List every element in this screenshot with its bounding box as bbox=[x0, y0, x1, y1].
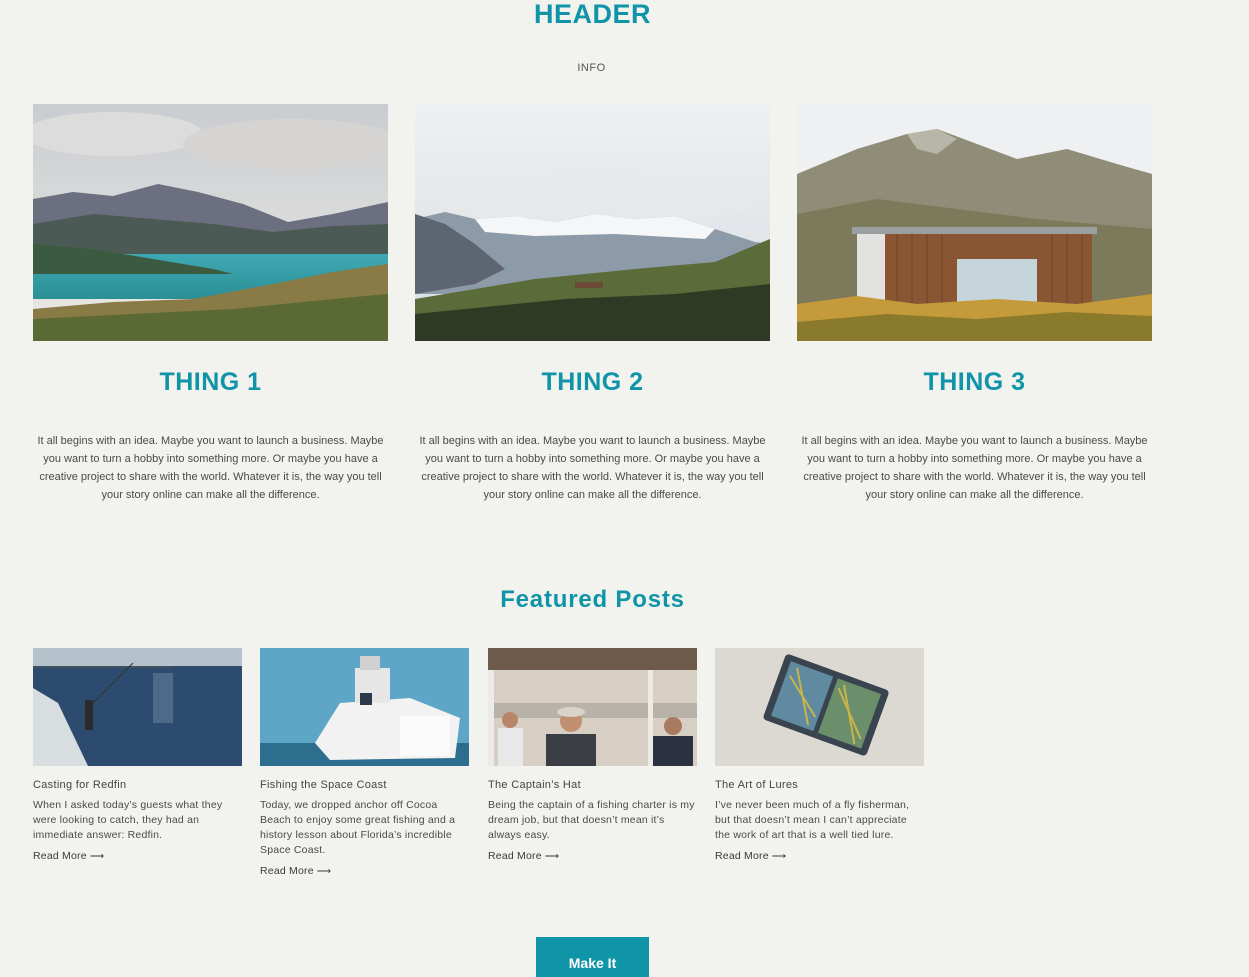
arrow-right-icon: ⟶ bbox=[316, 866, 332, 877]
arrow-right-icon: ⟶ bbox=[771, 851, 787, 862]
read-more-link[interactable]: Read More ⟶ bbox=[260, 865, 331, 877]
post-image-redfin[interactable] bbox=[33, 648, 242, 766]
read-more-label: Read More bbox=[715, 850, 769, 862]
post-title[interactable]: Casting for Redfin bbox=[33, 779, 242, 791]
post-excerpt: When I asked today’s guests what they we… bbox=[33, 799, 223, 841]
thing-body: It all begins with an idea. Maybe you wa… bbox=[37, 435, 384, 501]
post-excerpt: Today, we dropped anchor off Cocoa Beach… bbox=[260, 799, 456, 856]
post-excerpt: Being the captain of a fishing charter i… bbox=[488, 799, 695, 841]
post-title[interactable]: The Art of Lures bbox=[715, 779, 924, 791]
featured-posts-title: Featured Posts bbox=[500, 586, 685, 613]
post-card: The Art of Lures I’ve never been much of… bbox=[715, 648, 924, 864]
post-title[interactable]: The Captain’s Hat bbox=[488, 779, 697, 791]
post-card: The Captain’s Hat Being the captain of a… bbox=[488, 648, 697, 864]
snowy-mountain-image bbox=[415, 104, 770, 341]
post-card: Casting for Redfin When I asked today’s … bbox=[33, 648, 242, 864]
read-more-link[interactable]: Read More ⟶ bbox=[715, 850, 786, 862]
thing-title: THING 2 bbox=[541, 368, 644, 396]
post-image-lures[interactable] bbox=[715, 648, 924, 766]
header-info: INFO bbox=[577, 62, 606, 74]
thing-title: THING 1 bbox=[159, 368, 262, 396]
read-more-link[interactable]: Read More ⟶ bbox=[488, 850, 559, 862]
read-more-label: Read More bbox=[260, 865, 314, 877]
cabin-mountain-image bbox=[797, 104, 1152, 341]
post-card: Fishing the Space Coast Today, we droppe… bbox=[260, 648, 469, 879]
read-more-label: Read More bbox=[33, 850, 87, 862]
page-title: HEADER bbox=[533, 0, 651, 29]
thing-card: THING 3 It all begins with an idea. Mayb… bbox=[797, 104, 1152, 501]
post-image-space-coast[interactable] bbox=[260, 648, 469, 766]
thing-card: THING 2 It all begins with an idea. Mayb… bbox=[415, 104, 770, 501]
read-more-label: Read More bbox=[488, 850, 542, 862]
make-it-button[interactable]: Make It bbox=[536, 937, 649, 977]
arrow-right-icon: ⟶ bbox=[544, 851, 560, 862]
post-title[interactable]: Fishing the Space Coast bbox=[260, 779, 469, 791]
post-image-captains-hat[interactable] bbox=[488, 648, 697, 766]
thing-card: THING 1 It all begins with an idea. Mayb… bbox=[33, 104, 388, 501]
thing-title: THING 3 bbox=[923, 368, 1026, 396]
lake-mountain-image bbox=[33, 104, 388, 341]
thing-body: It all begins with an idea. Maybe you wa… bbox=[419, 435, 766, 501]
thing-body: It all begins with an idea. Maybe you wa… bbox=[801, 435, 1148, 501]
read-more-link[interactable]: Read More ⟶ bbox=[33, 850, 104, 862]
post-excerpt: I’ve never been much of a fly fisherman,… bbox=[715, 799, 910, 841]
arrow-right-icon: ⟶ bbox=[89, 851, 105, 862]
